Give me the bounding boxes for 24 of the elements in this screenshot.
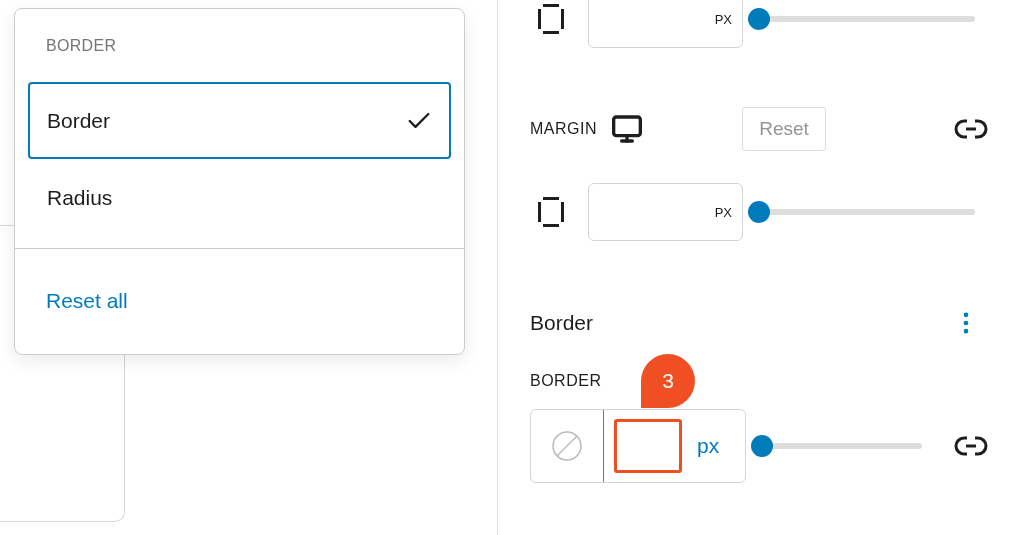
slider[interactable] — [748, 8, 975, 30]
link-icon[interactable] — [954, 118, 988, 140]
section-title: Border — [530, 311, 594, 335]
none-icon — [551, 430, 583, 462]
padding-input[interactable]: PX — [588, 0, 743, 48]
menu-option[interactable]: Border — [28, 82, 451, 159]
margin-label: MARGIN — [530, 120, 597, 138]
slider-thumb[interactable] — [748, 8, 770, 30]
slider-thumb[interactable] — [748, 201, 770, 223]
unit-label: px — [697, 434, 720, 458]
menu-heading: BORDER — [45, 36, 118, 56]
menu-option[interactable]: Radius — [28, 159, 451, 236]
padding-icon — [538, 197, 564, 227]
margin-input[interactable]: PX — [588, 183, 743, 241]
reset-all-link[interactable]: Reset all — [46, 289, 128, 313]
link-icon[interactable] — [954, 435, 988, 457]
slider[interactable] — [748, 201, 975, 223]
desktop-icon[interactable] — [611, 113, 643, 145]
padding-icon — [538, 4, 564, 34]
border-width-input[interactable] — [614, 419, 682, 473]
step-badge: 3 — [641, 354, 695, 408]
slider-thumb[interactable] — [751, 435, 773, 457]
slider[interactable] — [751, 435, 922, 457]
border-label: BORDER — [530, 372, 602, 390]
